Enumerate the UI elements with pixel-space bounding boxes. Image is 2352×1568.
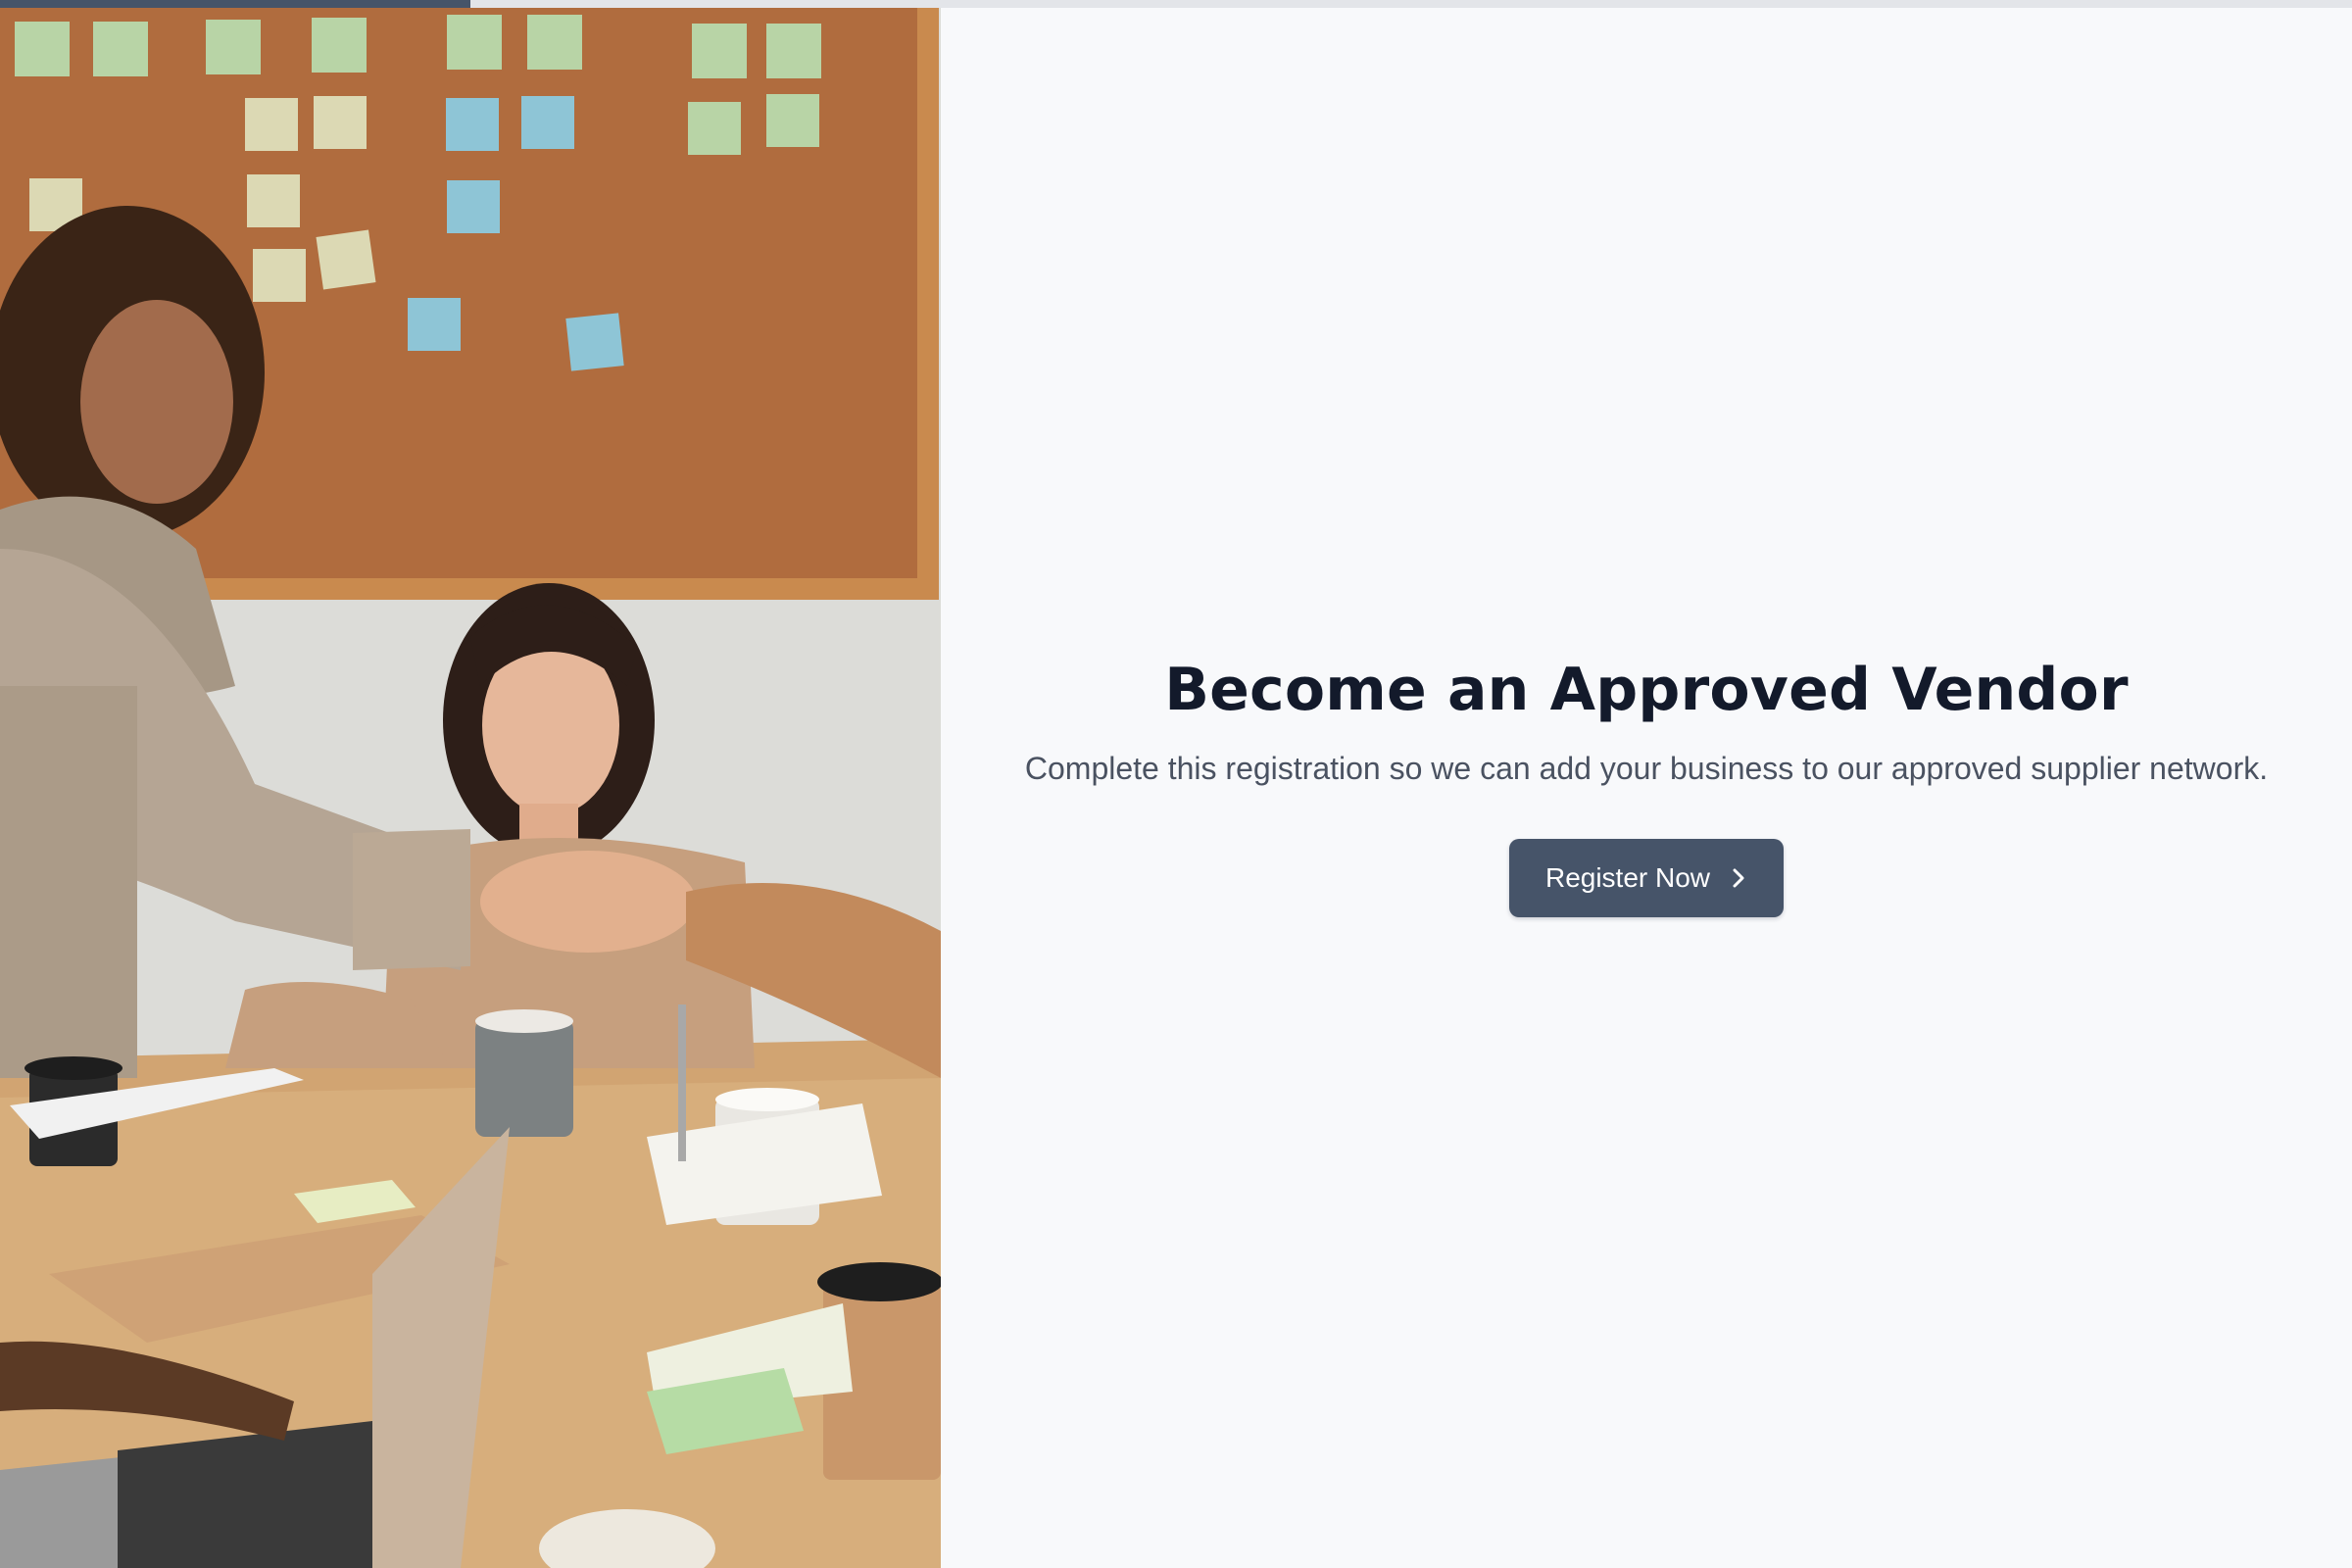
progress-bar-fill: [0, 0, 470, 8]
page-title: Become an Approved Vendor: [1164, 656, 2129, 724]
register-now-label: Register Now: [1544, 862, 1711, 893]
register-now-button[interactable]: Register Now: [1509, 839, 1784, 917]
main-panel: Become an Approved Vendor Complete this …: [941, 0, 2352, 1568]
hero-image: [0, 0, 941, 1568]
page-subtitle: Complete this registration so we can add…: [1024, 751, 2269, 786]
progress-bar: [0, 0, 2352, 8]
chevron-right-icon: [1730, 866, 1747, 890]
intro-section: Become an Approved Vendor Complete this …: [941, 649, 2352, 917]
